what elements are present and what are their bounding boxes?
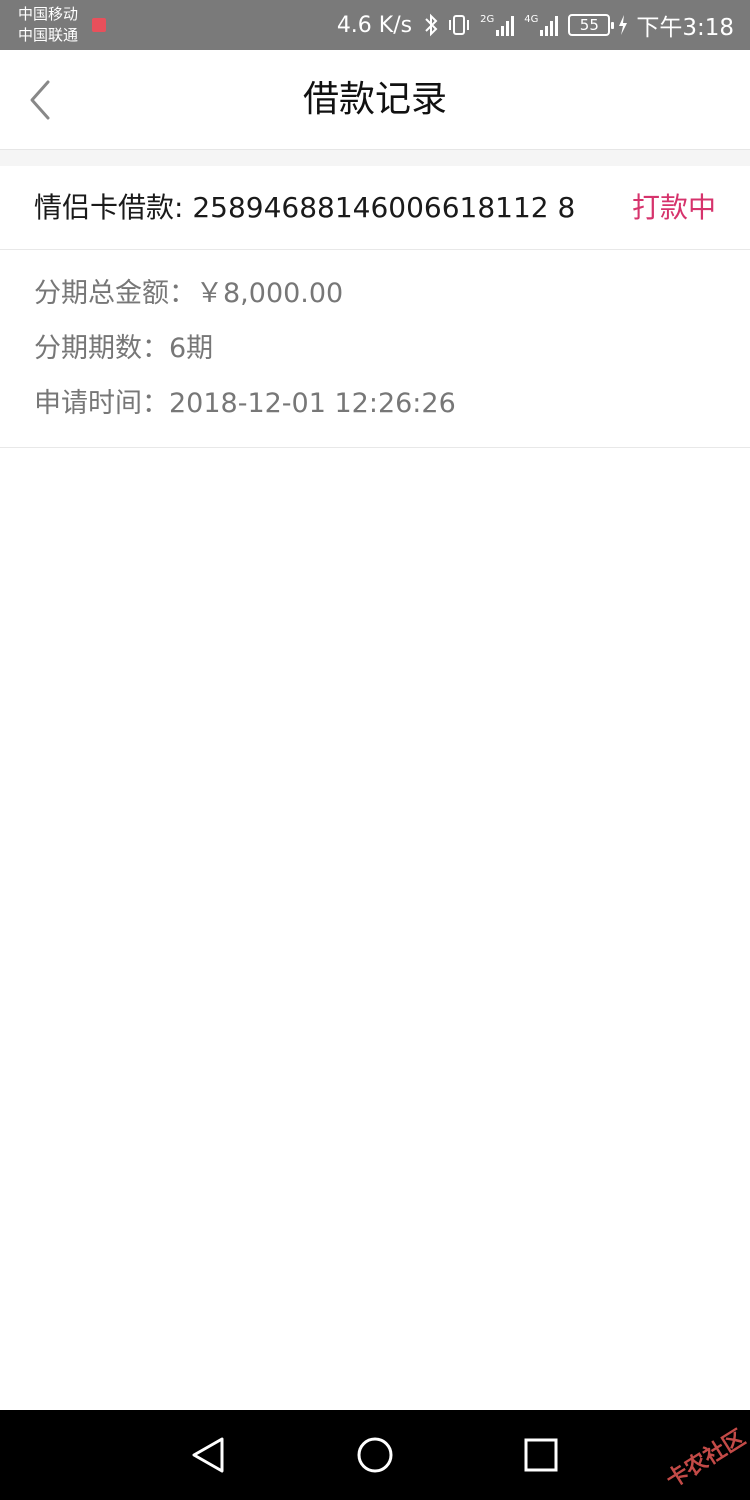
clock: 下午3:18 [636, 15, 734, 41]
carrier-names: 中国移动 中国联通 [18, 4, 78, 46]
system-nav-bar: 卡农社区 [0, 1410, 750, 1500]
status-bar: 中国移动 中国联通 4.6 K/s 2G 4G 55 下午3:18 [0, 0, 750, 50]
nav-back-button[interactable] [188, 1435, 228, 1475]
detail-label: 分期期数： [34, 333, 169, 364]
status-icons: 4.6 K/s 2G 4G 55 下午3:18 [337, 0, 734, 50]
divider [0, 447, 750, 448]
network-speed: 4.6 K/s [336, 12, 413, 38]
detail-apply-time: 申请时间：2018-12-01 12:26:26 [34, 376, 456, 431]
loan-title: 情侣卡借款: 25894688146006618112 8 [34, 191, 576, 224]
signal-bars-icon [496, 16, 515, 36]
signal-4g: 4G [524, 14, 560, 36]
loan-status-badge: 打款中 [631, 191, 716, 224]
charging-icon [619, 15, 628, 35]
section-divider [0, 150, 750, 166]
app-header: 借款记录 [0, 50, 750, 150]
signal-2g: 2G [480, 14, 516, 36]
network-type-4g: 4G [524, 14, 539, 25]
page-title: 借款记录 [302, 79, 447, 120]
bluetooth-icon [425, 13, 438, 37]
signal-bars-icon [540, 16, 559, 36]
detail-installments: 分期期数：6期 [34, 321, 456, 376]
nav-home-button[interactable] [355, 1435, 395, 1475]
detail-label: 分期总金额： [34, 278, 196, 309]
battery-icon: 55 [568, 14, 615, 36]
nav-recent-button[interactable] [521, 1435, 561, 1475]
loan-record-card[interactable]: 情侣卡借款: 25894688146006618112 8 打款中 分期总金额：… [0, 166, 750, 448]
detail-value: 2018-12-01 12:26:26 [169, 388, 456, 419]
detail-total-amount: 分期总金额：￥8,000.00 [34, 266, 456, 321]
carrier-1: 中国移动 [18, 5, 79, 23]
carrier-2: 中国联通 [18, 26, 79, 44]
detail-value: 6期 [169, 333, 214, 364]
watermark-logo: 卡农社区 [662, 1425, 750, 1494]
detail-value: ￥8,000.00 [196, 278, 344, 309]
square-recent-icon [524, 1438, 558, 1472]
triangle-back-icon [192, 1437, 224, 1473]
circle-home-icon [357, 1437, 393, 1473]
loan-record-header: 情侣卡借款: 25894688146006618112 8 打款中 [0, 166, 750, 250]
detail-label: 申请时间： [34, 388, 169, 419]
vibrate-icon [449, 15, 470, 35]
loan-details: 分期总金额：￥8,000.00 分期期数：6期 申请时间：2018-12-01 … [34, 266, 456, 431]
network-type-2g: 2G [480, 14, 495, 25]
screen: 中国移动 中国联通 4.6 K/s 2G 4G 55 下午3:18 借款记录 情… [0, 0, 750, 1500]
notification-badge-icon [92, 18, 106, 32]
